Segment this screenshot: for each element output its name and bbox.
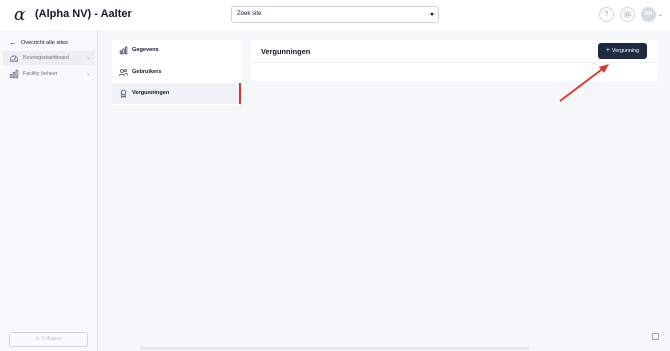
annotation-arrow [559,64,609,102]
site-select-value: Zoek site [237,11,262,17]
feedback-icon[interactable] [652,333,659,340]
collapse-label: Collapse [41,336,62,342]
subnav-item-label: Gebruikers [132,69,162,75]
alpha-logo[interactable]: α [14,5,25,25]
sidebar-item-label: Facility beheer [23,71,58,77]
scroll-shadow [140,347,530,351]
add-vergunning-button[interactable]: + Vergunning [598,43,647,59]
award-icon [120,89,127,98]
collapse-icon: ⊙ [35,336,40,342]
card-title: Vergunningen [261,47,311,56]
chevron-down-icon: ⌄ [85,71,91,77]
help-button[interactable]: ? [599,7,614,22]
sidebar-item-label: Keuringsdashboard [23,55,69,61]
subnav-item-gegevens[interactable]: Gegevens [112,40,241,61]
question-icon: ? [604,11,609,18]
collapse-button[interactable]: ⊙ Collapse [9,332,88,347]
subnav-item-vergunningen[interactable]: Vergunningen [112,83,241,104]
back-link-label: Overzicht alle sites [21,40,68,46]
back-to-overview-link[interactable]: ← Overzicht alle sites [9,38,68,47]
sidebar-item-facility-beheer[interactable]: Facility beheer ⌄ [3,67,95,81]
users-icon [119,69,128,76]
bar-chart-icon [119,46,128,55]
subnav-item-label: Gegevens [132,47,159,53]
caret-down-icon [430,13,434,16]
arrow-left-icon: ← [9,38,17,47]
subnav-item-label: Vergunningen [132,90,170,96]
gear-icon [623,10,632,19]
sidebar-item-keuringsdashboard[interactable]: Keuringsdashboard ⌄ [3,51,95,65]
bar-chart-icon [9,69,19,79]
page-title: (Alpha NV) - Aalter [35,8,132,20]
avatar[interactable]: RH [641,7,656,22]
add-button-label: Vergunning [611,48,640,54]
site-search-select[interactable]: Zoek site [231,6,439,23]
plus-icon: + [605,47,610,54]
subnav-item-gebruikers[interactable]: Gebruikers [112,62,241,83]
sidebar: ← Overzicht alle sites Keuringsdashboard … [0,30,98,351]
chevron-down-icon: ⌄ [85,55,91,61]
top-header: α (Alpha NV) - Aalter Zoek site ? RH ⌄ [0,0,670,30]
dashboard-icon [9,55,19,62]
chevron-down-icon[interactable]: ⌄ [658,11,663,18]
settings-button[interactable] [620,7,635,22]
settings-subnav: Gegevens Gebruikers Vergunningen [112,40,241,105]
